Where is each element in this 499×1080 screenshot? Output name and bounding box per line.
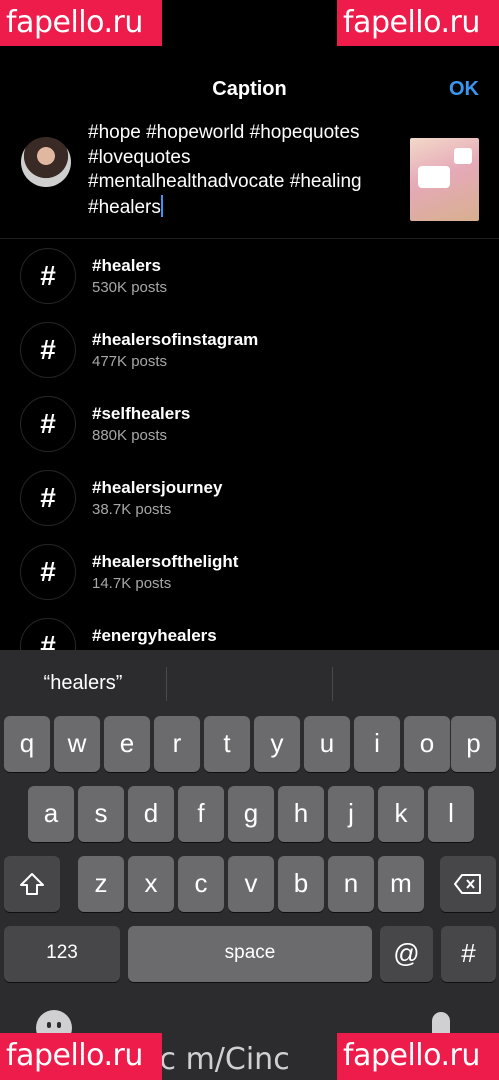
predictive-bar: “healers” xyxy=(0,650,499,718)
hashtag-icon: # xyxy=(20,544,76,600)
key-s[interactable]: s xyxy=(78,786,124,842)
key-p[interactable]: p xyxy=(451,716,496,772)
shift-icon xyxy=(20,873,44,895)
at-key[interactable]: @ xyxy=(380,926,433,982)
key-b[interactable]: b xyxy=(278,856,324,912)
suggestion-post-count: 14.7K posts xyxy=(92,575,172,592)
suggestion-item[interactable]: # #selfhealers 880K posts xyxy=(0,388,499,462)
key-z[interactable]: z xyxy=(78,856,124,912)
page-title: Caption xyxy=(212,78,287,100)
watermark-top-left: fapello.ru xyxy=(0,0,162,46)
caption-header: Caption OK xyxy=(0,66,499,112)
thumbnail-speech-bubble xyxy=(454,148,472,164)
suggestion-post-count: 477K posts xyxy=(92,353,168,370)
key-j[interactable]: j xyxy=(328,786,374,842)
key-g[interactable]: g xyxy=(228,786,274,842)
key-a[interactable]: a xyxy=(28,786,74,842)
caption-line: #mentalhealthadvocate #healing xyxy=(88,171,362,192)
watermark-center: .c m/Cinc xyxy=(150,1042,290,1077)
avatar xyxy=(21,137,71,187)
suggestion-item[interactable]: # #energyhealers xyxy=(0,610,499,650)
key-d[interactable]: d xyxy=(128,786,174,842)
suggestion-post-count: 38.7K posts xyxy=(92,501,172,518)
key-r[interactable]: r xyxy=(154,716,200,772)
key-i[interactable]: i xyxy=(354,716,400,772)
suggestion-item[interactable]: # #healers 530K posts xyxy=(0,240,499,314)
key-f[interactable]: f xyxy=(178,786,224,842)
text-cursor xyxy=(160,194,163,217)
watermark-bottom-left: fapello.ru xyxy=(0,1033,162,1080)
backspace-icon xyxy=(454,874,481,894)
key-e[interactable]: e xyxy=(104,716,150,772)
key-v[interactable]: v xyxy=(228,856,274,912)
hash-key[interactable]: # xyxy=(441,926,496,982)
suggestion-item[interactable]: # #healersjourney 38.7K posts xyxy=(0,462,499,536)
caption-line: #hope #hopeworld #hopequotes xyxy=(88,122,360,143)
hashtag-icon: # xyxy=(20,396,76,452)
key-k[interactable]: k xyxy=(378,786,424,842)
caption-line: #lovequotes xyxy=(88,146,191,168)
thumbnail-speech-bubble xyxy=(418,166,450,188)
hashtag-icon: # xyxy=(20,470,76,526)
suggestion-post-count: 530K posts xyxy=(92,279,168,296)
shift-key[interactable] xyxy=(4,856,60,912)
prediction-divider xyxy=(166,667,167,701)
hashtag-icon: # xyxy=(20,618,76,650)
caption-line: #healers xyxy=(88,194,403,221)
key-o[interactable]: o xyxy=(404,716,450,772)
key-u[interactable]: u xyxy=(304,716,350,772)
suggestion-name: #healersofthelight xyxy=(92,552,239,571)
suggestion-name: #healers xyxy=(92,256,161,275)
suggestion-name: #energyhealers xyxy=(92,626,217,645)
key-y[interactable]: y xyxy=(254,716,300,772)
suggestion-post-count: 880K posts xyxy=(92,427,168,444)
suggestion-name: #selfhealers xyxy=(92,404,191,423)
suggestion-name: #healersofinstagram xyxy=(92,330,259,349)
prediction-divider xyxy=(332,667,333,701)
caption-last-word: #healers xyxy=(88,196,161,218)
caption-composer: #hope #hopeworld #hopequotes #lovequotes… xyxy=(0,116,499,239)
key-n[interactable]: n xyxy=(328,856,374,912)
key-x[interactable]: x xyxy=(128,856,174,912)
hashtag-icon: # xyxy=(20,248,76,304)
key-h[interactable]: h xyxy=(278,786,324,842)
prediction-suggestion[interactable]: “healers” xyxy=(0,672,166,695)
numbers-key[interactable]: 123 xyxy=(4,926,120,982)
suggestion-name: #healersjourney xyxy=(92,478,223,497)
watermark-top-right: fapello.ru xyxy=(337,0,499,46)
suggestion-item[interactable]: # #healersofthelight 14.7K posts xyxy=(0,536,499,610)
key-l[interactable]: l xyxy=(428,786,474,842)
key-w[interactable]: w xyxy=(54,716,100,772)
key-m[interactable]: m xyxy=(378,856,424,912)
suggestion-item[interactable]: # #healersofinstagram 477K posts xyxy=(0,314,499,388)
caption-input[interactable]: #hope #hopeworld #hopequotes #lovequotes… xyxy=(88,121,403,220)
key-c[interactable]: c xyxy=(178,856,224,912)
key-t[interactable]: t xyxy=(204,716,250,772)
watermark-bottom-right: fapello.ru xyxy=(337,1033,499,1080)
hashtag-icon: # xyxy=(20,322,76,378)
keyboard: “healers” q w e r t y u i o p a s d f g … xyxy=(0,650,499,1080)
key-q[interactable]: q xyxy=(4,716,50,772)
ok-button[interactable]: OK xyxy=(449,78,479,101)
hashtag-suggestions: # #healers 530K posts # #healersofinstag… xyxy=(0,240,499,650)
space-key[interactable]: space xyxy=(128,926,372,982)
delete-key[interactable] xyxy=(440,856,496,912)
post-thumbnail xyxy=(410,138,479,221)
